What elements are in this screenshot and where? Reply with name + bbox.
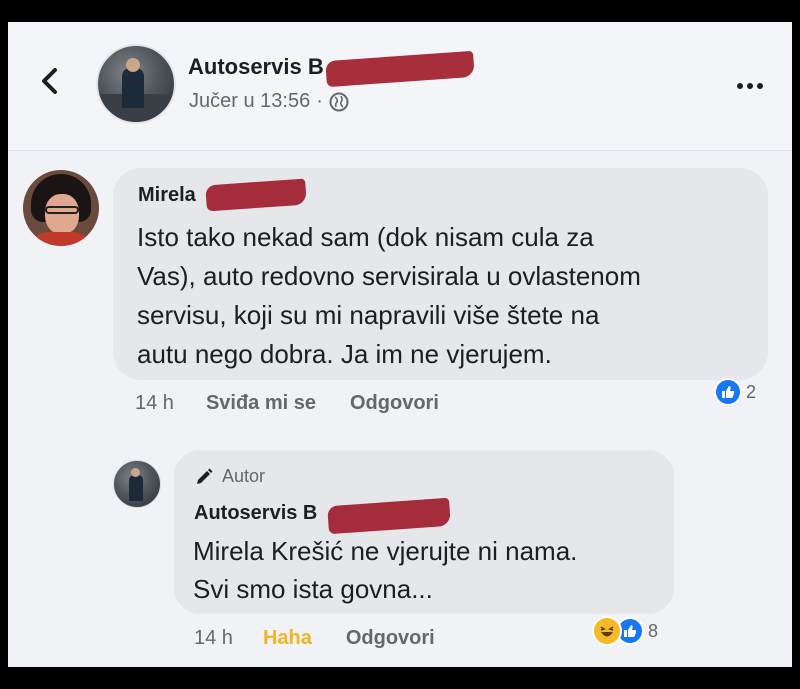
more-options-button[interactable] (730, 76, 770, 96)
comment-text: Isto tako nekad sam (dok nisam cula za V… (137, 222, 641, 369)
commenter-avatar[interactable] (23, 170, 99, 246)
reply-button[interactable]: Odgovori (350, 392, 439, 415)
haha-icon (592, 616, 622, 646)
post-meta: Jučer u 13:56 · (189, 90, 349, 113)
comment-reaction-count: 2 (746, 381, 757, 402)
pen-icon (197, 468, 213, 484)
reply-avatar[interactable] (113, 460, 161, 508)
meta-separator: · (316, 90, 323, 112)
like-button[interactable]: Sviđa mi se (206, 392, 316, 415)
reply-reply-button[interactable]: Odgovori (346, 627, 435, 650)
comment-time[interactable]: 14 h (135, 392, 174, 415)
reply-time[interactable]: 14 h (194, 627, 233, 650)
facebook-post-screen: Autoservis B Jučer u 13:56 · Mirela Isto… (8, 22, 792, 667)
author-badge-label: Autor (222, 466, 266, 486)
comment-reactions[interactable]: 2 (714, 378, 756, 406)
like-icon (714, 378, 742, 406)
haha-reaction-button[interactable]: Haha (263, 627, 312, 650)
reply-reactions[interactable]: 8 (592, 616, 658, 646)
back-button[interactable] (36, 66, 62, 96)
post-header: Autoservis B Jučer u 13:56 · (8, 22, 792, 151)
chevron-left-icon (42, 68, 57, 94)
globe-icon (329, 92, 349, 111)
comment-author[interactable]: Mirela (138, 184, 196, 207)
more-dots-icon (737, 83, 743, 89)
author-badge: Autor (194, 466, 265, 487)
redaction-mark (325, 50, 475, 88)
page-avatar[interactable] (96, 44, 176, 124)
comment-actions: 14 h Sviđa mi se Odgovori (135, 392, 473, 415)
post-time[interactable]: Jučer u 13:56 (189, 90, 310, 113)
reply-actions: 14 h Haha Odgovori (194, 627, 469, 650)
reply-reaction-count: 8 (648, 620, 659, 641)
reply-author[interactable]: Autoservis B (194, 502, 317, 525)
reply-text: Mirela Krešić ne vjerujte ni nama. Svi s… (193, 536, 578, 604)
page-name[interactable]: Autoservis B (188, 54, 324, 80)
